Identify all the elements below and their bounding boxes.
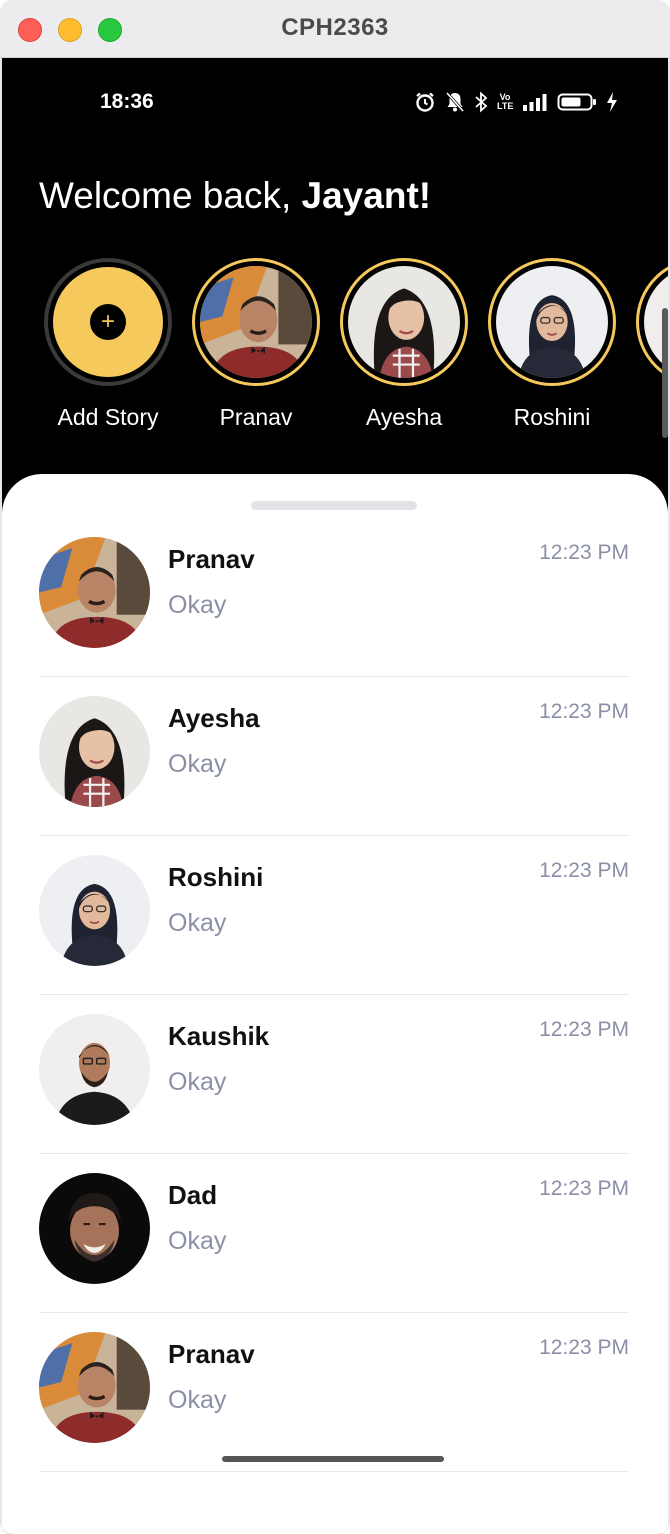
edge-scrollbar[interactable] <box>662 308 668 438</box>
welcome-heading: Welcome back, Jayant! <box>39 175 431 217</box>
avatar <box>39 696 150 807</box>
chat-list-sheet: Pranav Okay 12:23 PM Ayesha Okay 12:23 P… <box>2 474 668 1534</box>
avatar <box>39 537 150 648</box>
status-icons: Vo LTE <box>414 88 618 116</box>
chat-last-message: Okay <box>168 591 227 619</box>
welcome-prefix: Welcome back, <box>39 175 302 216</box>
window-titlebar: CPH2363 <box>0 0 670 58</box>
chat-name: Pranav <box>168 544 255 574</box>
window-title: CPH2363 <box>281 14 389 41</box>
chat-item[interactable]: Ayesha Okay 12:23 PM <box>39 633 629 836</box>
chat-item[interactable]: Dad Okay 12:23 PM <box>39 1110 629 1313</box>
story-label: Ayesha <box>365 404 443 430</box>
avatar <box>39 855 150 966</box>
chat-timestamp: 12:23 PM <box>539 1336 629 1359</box>
chat-last-message: Okay <box>168 909 227 937</box>
chat-name: Roshini <box>168 862 264 892</box>
chat-last-message: Okay <box>168 1386 227 1414</box>
story-ring[interactable] <box>192 258 320 386</box>
story-label: Pranav <box>219 404 293 430</box>
bell-off-icon <box>445 92 465 112</box>
charging-icon <box>607 92 617 112</box>
app-window: CPH2363 18:36 Vo LTE Welcome back, Jayan… <box>0 0 670 1534</box>
status-time: 18:36 <box>100 90 154 113</box>
plus-icon: + <box>90 304 126 340</box>
chat-timestamp: 12:23 PM <box>539 859 629 882</box>
chat-name: Dad <box>168 1180 218 1210</box>
stories-row[interactable]: + Add Story Pranav Ayesha Roshini <box>2 256 668 446</box>
chat-item[interactable]: Kaushik Okay 12:23 PM <box>39 951 629 1154</box>
chat-item[interactable]: Roshini Okay 12:23 PM <box>39 792 629 995</box>
avatar <box>39 1014 150 1125</box>
chat-last-message: Okay <box>168 1068 227 1096</box>
story-ring[interactable] <box>488 258 616 386</box>
story-label: K <box>620 404 668 431</box>
chat-item[interactable]: Pranav Okay 12:23 PM <box>39 1269 629 1472</box>
avatar <box>348 266 460 378</box>
add-story-ring[interactable]: + <box>44 258 172 386</box>
chat-timestamp: 12:23 PM <box>539 700 629 723</box>
battery-icon <box>557 93 596 111</box>
avatar <box>39 1332 150 1443</box>
bluetooth-icon <box>475 91 488 113</box>
signal-icon <box>523 94 547 111</box>
welcome-username: Jayant! <box>301 175 432 216</box>
avatar <box>496 266 608 378</box>
story-ring[interactable] <box>340 258 468 386</box>
chat-timestamp: 12:23 PM <box>539 1177 629 1200</box>
avatar <box>200 266 312 378</box>
story-label: Add Story <box>57 404 159 430</box>
chat-name: Pranav <box>168 1339 255 1369</box>
avatar <box>39 1173 150 1284</box>
phone-screen: 18:36 Vo LTE Welcome back, Jayant! + Add… <box>2 58 668 1534</box>
chat-name: Kaushik <box>168 1021 270 1051</box>
volte-icon: Vo LTE <box>497 92 514 111</box>
chat-last-message: Okay <box>168 1227 227 1255</box>
status-bar: 18:36 Vo LTE <box>2 58 668 148</box>
alarm-icon <box>416 92 434 112</box>
chat-last-message: Okay <box>168 750 227 778</box>
chat-timestamp: 12:23 PM <box>539 1018 629 1041</box>
story-label: Roshini <box>513 404 591 430</box>
chat-timestamp: 12:23 PM <box>539 541 629 564</box>
home-indicator[interactable] <box>222 1456 444 1462</box>
add-story-button[interactable]: + <box>53 267 163 377</box>
chat-item[interactable]: Pranav Okay 12:23 PM <box>39 474 629 677</box>
divider <box>39 1471 629 1472</box>
chat-name: Ayesha <box>168 703 260 733</box>
